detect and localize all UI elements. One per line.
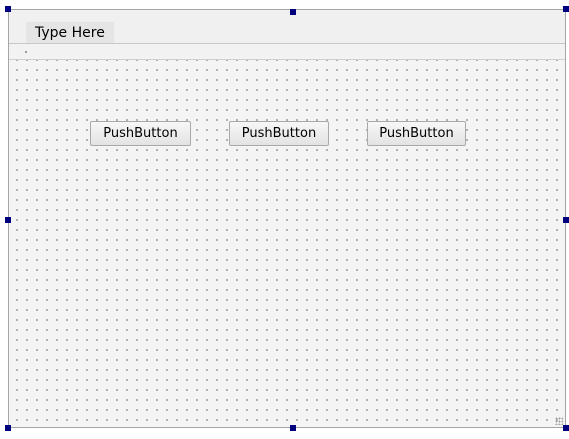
menu-type-here-item[interactable]: Type Here [26, 22, 114, 43]
toolbar-placeholder[interactable] [9, 44, 565, 60]
push-button-1[interactable]: PushButton [90, 121, 191, 146]
toolbar-grip-icon [25, 51, 27, 53]
menu-bar: Type Here [9, 10, 565, 43]
selection-handle-top-middle[interactable] [290, 9, 296, 15]
selection-handle-top-right[interactable] [563, 6, 569, 12]
selection-handle-bottom-right[interactable] [563, 425, 569, 431]
selection-handle-bottom-middle[interactable] [290, 425, 296, 431]
selection-handle-bottom-left[interactable] [5, 425, 11, 431]
form-grid-canvas[interactable]: PushButton PushButton PushButton [9, 60, 565, 427]
resize-grip-icon[interactable] [555, 417, 563, 425]
push-button-3[interactable]: PushButton [367, 121, 466, 146]
push-button-2[interactable]: PushButton [229, 121, 329, 146]
selection-handle-middle-right[interactable] [563, 217, 569, 223]
form-designer-frame[interactable]: Type Here PushButton PushButton PushButt… [8, 9, 566, 428]
selection-handle-top-left[interactable] [5, 6, 11, 12]
selection-handle-middle-left[interactable] [5, 217, 11, 223]
